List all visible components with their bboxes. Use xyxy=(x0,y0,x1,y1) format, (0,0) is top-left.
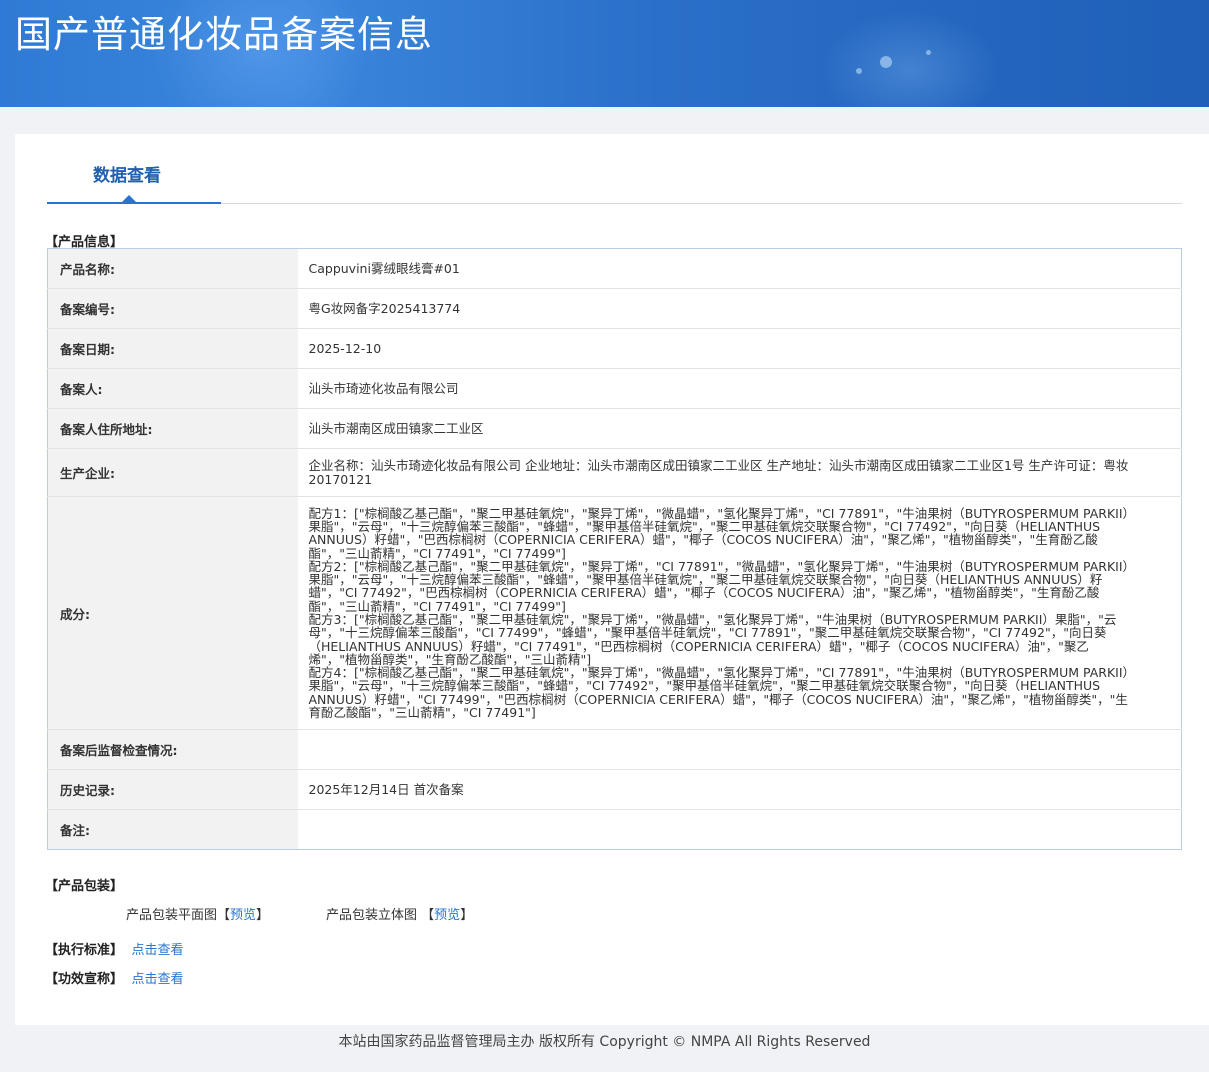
row-label: 产品名称: xyxy=(47,248,298,289)
row-label: 备案编号: xyxy=(47,288,298,329)
main-card: 数据查看 【产品信息】 产品名称: Cappuvini雾绒眼线膏#01 备案编号… xyxy=(15,134,1209,1025)
bracket: 】 xyxy=(460,908,474,923)
table-row: 备案人住所地址: 汕头市潮南区成田镇家二工业区 xyxy=(47,408,1182,449)
page-title: 国产普通化妆品备案信息 xyxy=(15,13,433,56)
tab-data-view[interactable]: 数据查看 xyxy=(47,134,221,204)
packaging-flat-label: 产品包装平面图 xyxy=(126,908,218,923)
row-label: 备案人住所地址: xyxy=(47,408,298,449)
section-title-standard: 【执行标准】 点击查看 xyxy=(45,939,184,958)
row-label: 备注: xyxy=(47,809,298,850)
formula-text: 配方1：["棕榈酸乙基己酯"，"聚二甲基硅氧烷"，"聚异丁烯"，"微晶蜡"，"氢… xyxy=(308,505,1129,561)
page-banner: 国产普通化妆品备案信息 xyxy=(0,0,1209,107)
packaging-flat: 产品包装平面图【预览】 xyxy=(126,904,269,923)
row-value: 汕头市潮南区成田镇家二工业区 xyxy=(297,408,1182,449)
banner-decoration xyxy=(926,50,931,55)
formula-text: 配方4：["棕榈酸乙基己酯"，"聚二甲基硅氧烷"，"聚异丁烯"，"微晶蜡"，"氢… xyxy=(308,665,1129,721)
table-row: 成分: 配方1：["棕榈酸乙基己酯"，"聚二甲基硅氧烷"，"聚异丁烯"，"微晶蜡… xyxy=(47,496,1182,730)
caret-up-icon xyxy=(122,195,136,202)
banner-glow xyxy=(820,10,1000,107)
formula-text: 配方2：["棕榈酸乙基己酯"，"聚二甲基硅氧烷"，"聚异丁烯"，"CI 7789… xyxy=(308,558,1129,614)
row-value xyxy=(297,809,1182,850)
packaging-stereo-label: 产品包装立体图 xyxy=(326,908,418,923)
ingredients-value: 配方1：["棕榈酸乙基己酯"，"聚二甲基硅氧烷"，"聚异丁烯"，"微晶蜡"，"氢… xyxy=(297,496,1182,730)
bracket: 】 xyxy=(256,908,270,923)
standard-view-link[interactable]: 点击查看 xyxy=(132,943,184,958)
row-label: 备案日期: xyxy=(47,328,298,369)
row-label: 历史记录: xyxy=(47,769,298,810)
table-row: 产品名称: Cappuvini雾绒眼线膏#01 xyxy=(47,248,1182,289)
efficacy-label: 【功效宣称】 xyxy=(45,972,124,987)
row-value: 2025年12月14日 首次备案 xyxy=(297,769,1182,810)
bracket: 【 xyxy=(217,908,231,923)
section-title-efficacy: 【功效宣称】 点击查看 xyxy=(45,968,184,987)
row-value: 粤G妆网备字2025413774 xyxy=(297,288,1182,329)
bracket: 【 xyxy=(421,908,435,923)
row-value xyxy=(297,729,1182,770)
tab-label: 数据查看 xyxy=(93,166,161,186)
banner-decoration xyxy=(880,56,892,68)
table-row: 备案日期: 2025-12-10 xyxy=(47,328,1182,369)
section-title-packaging: 【产品包装】 xyxy=(45,879,124,894)
table-row: 备注: xyxy=(47,809,1182,850)
table-row: 备案人: 汕头市琦迹化妆品有限公司 xyxy=(47,368,1182,409)
efficacy-view-link[interactable]: 点击查看 xyxy=(132,972,184,987)
preview-flat-link[interactable]: 预览 xyxy=(230,908,256,923)
banner-decoration xyxy=(856,68,862,74)
table-row: 备案编号: 粤G妆网备字2025413774 xyxy=(47,288,1182,329)
row-value: 汕头市琦迹化妆品有限公司 xyxy=(297,368,1182,409)
standard-label: 【执行标准】 xyxy=(45,943,124,958)
row-label: 生产企业: xyxy=(47,448,298,497)
table-row: 生产企业: 企业名称：汕头市琦迹化妆品有限公司 企业地址：汕头市潮南区成田镇家二… xyxy=(47,448,1182,497)
preview-stereo-link[interactable]: 预览 xyxy=(434,908,460,923)
table-row: 备案后监督检查情况: xyxy=(47,729,1182,770)
row-value: 企业名称：汕头市琦迹化妆品有限公司 企业地址：汕头市潮南区成田镇家二工业区 生产… xyxy=(297,448,1182,497)
product-info-table: 产品名称: Cappuvini雾绒眼线膏#01 备案编号: 粤G妆网备字2025… xyxy=(47,248,1182,850)
row-label: 备案人: xyxy=(47,368,298,409)
page-footer: 本站由国家药品监督管理局主办 版权所有 Copyright © NMPA All… xyxy=(338,1034,871,1050)
row-label: 备案后监督检查情况: xyxy=(47,729,298,770)
table-row: 历史记录: 2025年12月14日 首次备案 xyxy=(47,769,1182,810)
packaging-stereo: 产品包装立体图 【预览】 xyxy=(326,904,473,923)
row-value: Cappuvini雾绒眼线膏#01 xyxy=(308,260,460,276)
row-value: 2025-12-10 xyxy=(297,328,1182,369)
tab-bar: 数据查看 xyxy=(47,134,1182,204)
formula-text: 配方3：["棕榈酸乙基己酯"，"聚二甲基硅氧烷"，"聚异丁烯"，"微晶蜡"，"氢… xyxy=(308,612,1117,667)
row-label: 成分: xyxy=(47,496,298,730)
